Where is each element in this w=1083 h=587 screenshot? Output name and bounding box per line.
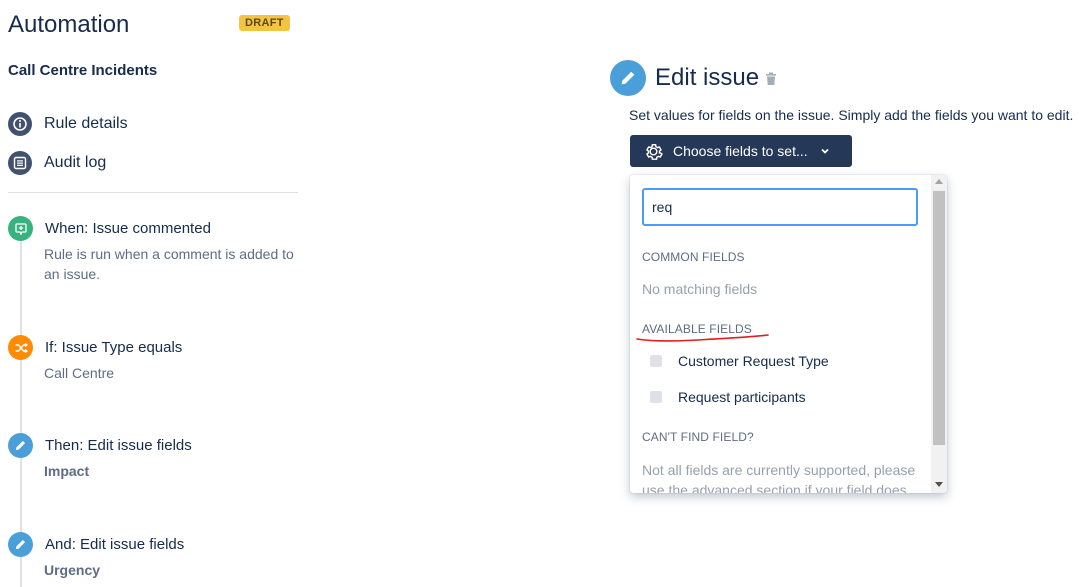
scroll-thumb[interactable] (933, 191, 945, 445)
pencil-icon (8, 532, 33, 557)
trigger-icon (8, 216, 33, 241)
help-text: Not all fields are currently supported, … (642, 462, 916, 493)
checkbox[interactable] (650, 355, 662, 367)
cant-find-header: CAN'T FIND FIELD? (642, 430, 754, 444)
field-option-label: Customer Request Type (678, 353, 829, 369)
field-option-label: Request participants (678, 389, 806, 405)
shuffle-icon (8, 335, 33, 360)
choose-fields-button[interactable]: Choose fields to set... (630, 135, 852, 167)
gear-icon (644, 142, 663, 161)
nav-audit-log-label: Audit log (44, 154, 107, 171)
status-badge: DRAFT (239, 15, 290, 31)
choose-fields-label: Choose fields to set... (673, 143, 808, 159)
step-title: When: Issue commented (45, 220, 211, 237)
step-description: Rule is run when a comment is added to a… (44, 246, 294, 282)
nav-rule-details[interactable]: Rule details (8, 112, 128, 136)
pencil-icon (8, 433, 33, 458)
info-icon (8, 112, 32, 136)
divider (8, 192, 298, 193)
pencil-icon (610, 60, 646, 96)
scroll-up-arrow-icon[interactable] (935, 179, 943, 184)
checkbox[interactable] (650, 391, 662, 403)
trash-icon[interactable] (765, 72, 777, 91)
field-option-customer-request-type[interactable]: Customer Request Type (650, 351, 829, 371)
step-description: Urgency (44, 562, 101, 578)
step-title: Then: Edit issue fields (45, 437, 192, 454)
step-title: If: Issue Type equals (45, 339, 183, 356)
common-fields-header: COMMON FIELDS (642, 250, 745, 264)
scroll-down-arrow-icon[interactable] (935, 482, 943, 487)
page-title: Automation (8, 11, 130, 38)
step-title: And: Edit issue fields (45, 536, 185, 553)
step-description: Impact (44, 463, 90, 479)
list-icon (8, 151, 32, 175)
nav-audit-log[interactable]: Audit log (8, 151, 106, 175)
step-description: Call Centre (44, 365, 115, 381)
field-option-request-participants[interactable]: Request participants (650, 387, 806, 407)
chevron-down-icon (820, 146, 830, 156)
scrollbar[interactable] (931, 175, 947, 493)
rule-name: Call Centre Incidents (8, 62, 158, 79)
nav-rule-details-label: Rule details (44, 115, 128, 132)
field-search-input[interactable] (642, 188, 918, 226)
component-description: Set values for fields on the issue. Simp… (629, 107, 1074, 123)
no-matching-text: No matching fields (642, 281, 758, 297)
red-underline-annotation (636, 334, 769, 342)
component-title: Edit issue (655, 64, 760, 91)
